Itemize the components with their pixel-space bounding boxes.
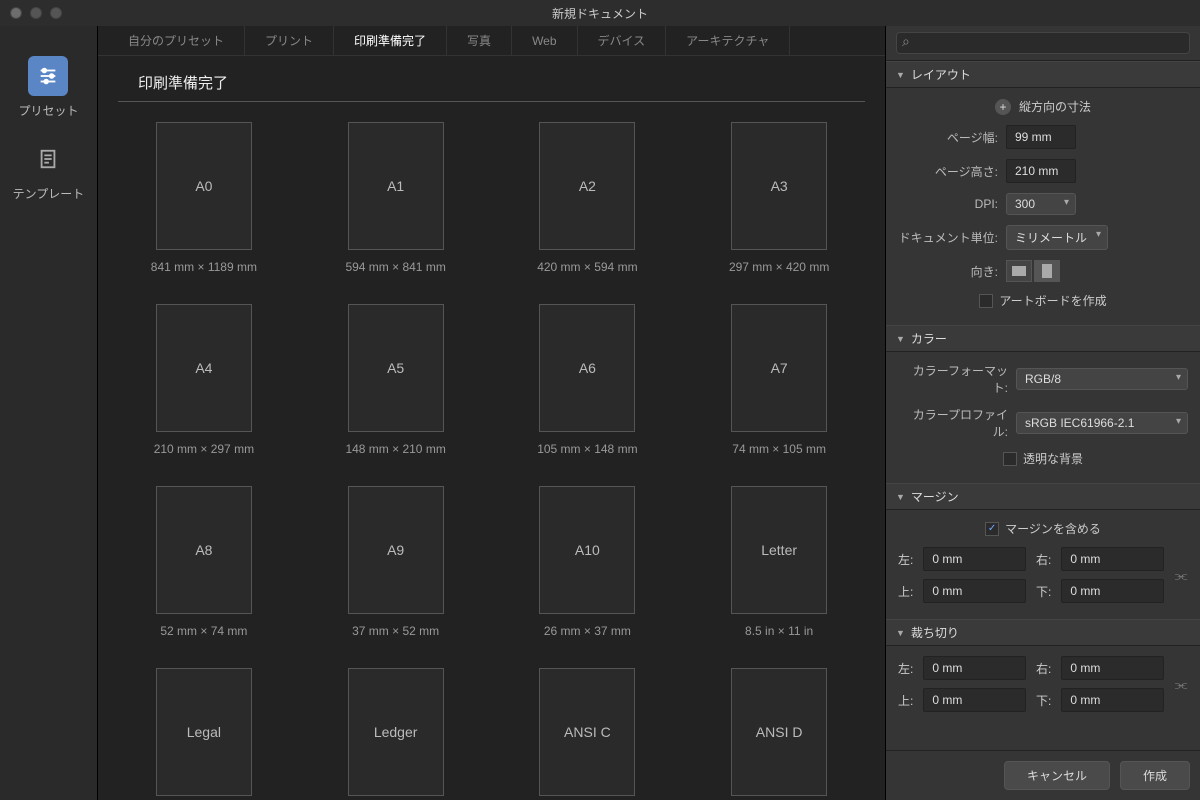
dpi-select[interactable]: 300 [1006,193,1076,215]
preset-page: A6 [539,304,635,432]
preset-dimensions: 8.5 in × 11 in [745,624,813,638]
sidebar-templates[interactable]: テンプレート [13,139,85,202]
left-sidebar: プリセット テンプレート [0,26,98,800]
window-title: 新規ドキュメント [0,5,1200,22]
preset-page: ANSI C [539,668,635,796]
center-panel: 自分のプリセットプリント印刷準備完了写真Webデバイスアーキテクチャ 印刷準備完… [98,26,886,800]
margin-right-input[interactable]: 0 mm [1061,547,1164,571]
bleed-bottom-input[interactable]: 0 mm [1061,688,1164,712]
preset-dimensions: 841 mm × 1189 mm [151,260,257,274]
preset-dimensions: 594 mm × 841 mm [345,260,445,274]
color-format-select[interactable]: RGB/8 [1016,368,1188,390]
preset-dimensions: 37 mm × 52 mm [352,624,439,638]
link-icon[interactable]: ⫘ [1174,567,1188,584]
search-input[interactable] [896,32,1190,54]
add-portrait-dimensions[interactable]: + 縦方向の寸法 [898,98,1188,115]
titlebar: 新規ドキュメント [0,0,1200,26]
preset-a7[interactable]: A7 74 mm × 105 mm [731,304,827,456]
preset-dimensions: 210 mm × 297 mm [154,442,254,456]
link-icon[interactable]: ⫘ [1174,676,1188,693]
preset-page: A10 [539,486,635,614]
preset-page: Legal [156,668,252,796]
tab-3[interactable]: 写真 [447,26,512,55]
create-artboard-checkbox[interactable]: アートボードを作成 [898,292,1188,309]
sidebar-presets[interactable]: プリセット [18,56,78,119]
tab-1[interactable]: プリント [245,26,334,55]
preset-page: A7 [731,304,827,432]
tab-2[interactable]: 印刷準備完了 [334,26,447,55]
unit-select[interactable]: ミリメートル [1006,225,1108,250]
preset-a4[interactable]: A4 210 mm × 297 mm [154,304,254,456]
transparent-bg-checkbox[interactable]: 透明な背景 [898,450,1188,467]
preset-ledger[interactable]: Ledger [348,668,444,800]
preset-dimensions: 26 mm × 37 mm [544,624,631,638]
panel-color-header[interactable]: カラー [886,325,1200,352]
preset-ansi c[interactable]: ANSI C [539,668,635,800]
settings-panel: レイアウト + 縦方向の寸法 ページ幅:99 mm ページ高さ:210 mm D… [886,26,1200,800]
plus-icon: + [995,99,1011,115]
bleed-right-input[interactable]: 0 mm [1061,656,1164,680]
preset-page: Letter [731,486,827,614]
panel-margin-header[interactable]: マージン [886,483,1200,510]
preset-grid: A0 841 mm × 1189 mm A1 594 mm × 841 mm A2 420… [98,122,885,800]
preset-page: A0 [156,122,252,250]
color-profile-select[interactable]: sRGB IEC61966-2.1 [1016,412,1188,434]
tab-4[interactable]: Web [512,26,577,55]
preset-page: A5 [348,304,444,432]
create-button[interactable]: 作成 [1120,761,1190,790]
section-title: 印刷準備完了 [118,56,865,102]
preset-dimensions: 297 mm × 420 mm [729,260,829,274]
cancel-button[interactable]: キャンセル [1004,761,1110,790]
include-margin-checkbox[interactable]: ✓マージンを含める [898,520,1188,537]
preset-page: A1 [348,122,444,250]
preset-a5[interactable]: A5 148 mm × 210 mm [345,304,445,456]
preset-page: ANSI D [731,668,827,796]
page-width-input[interactable]: 99 mm [1006,125,1076,149]
preset-a8[interactable]: A8 52 mm × 74 mm [156,486,252,638]
orientation-portrait[interactable] [1034,260,1060,282]
tab-0[interactable]: 自分のプリセット [108,26,245,55]
page-height-input[interactable]: 210 mm [1006,159,1076,183]
panel-layout-header[interactable]: レイアウト [886,61,1200,88]
margin-bottom-input[interactable]: 0 mm [1061,579,1164,603]
bleed-left-input[interactable]: 0 mm [923,656,1026,680]
dialog-footer: キャンセル 作成 [886,750,1200,800]
document-icon [28,139,68,179]
preset-dimensions: 148 mm × 210 mm [345,442,445,456]
sidebar-presets-label: プリセット [18,102,78,119]
preset-a0[interactable]: A0 841 mm × 1189 mm [151,122,257,274]
preset-dimensions: 105 mm × 148 mm [537,442,637,456]
preset-a2[interactable]: A2 420 mm × 594 mm [537,122,637,274]
orientation-landscape[interactable] [1006,260,1032,282]
preset-a10[interactable]: A10 26 mm × 37 mm [539,486,635,638]
preset-legal[interactable]: Legal [156,668,252,800]
search-bar [886,26,1200,61]
tab-6[interactable]: アーキテクチャ [666,26,790,55]
sidebar-templates-label: テンプレート [13,185,85,202]
panel-bleed-header[interactable]: 裁ち切り [886,619,1200,646]
preset-a3[interactable]: A3 297 mm × 420 mm [729,122,829,274]
category-tabs: 自分のプリセットプリント印刷準備完了写真Webデバイスアーキテクチャ [98,26,885,56]
bleed-top-input[interactable]: 0 mm [923,688,1026,712]
preset-dimensions: 420 mm × 594 mm [537,260,637,274]
preset-a9[interactable]: A9 37 mm × 52 mm [348,486,444,638]
preset-page: A2 [539,122,635,250]
margin-top-input[interactable]: 0 mm [923,579,1026,603]
orientation-toggle [1006,260,1060,282]
preset-a6[interactable]: A6 105 mm × 148 mm [537,304,637,456]
preset-page: A4 [156,304,252,432]
tab-5[interactable]: デバイス [578,26,667,55]
preset-letter[interactable]: Letter 8.5 in × 11 in [731,486,827,638]
preset-page: Ledger [348,668,444,796]
preset-page: A9 [348,486,444,614]
preset-dimensions: 74 mm × 105 mm [732,442,826,456]
preset-a1[interactable]: A1 594 mm × 841 mm [345,122,445,274]
preset-page: A3 [731,122,827,250]
preset-dimensions: 52 mm × 74 mm [160,624,247,638]
preset-page: A8 [156,486,252,614]
sliders-icon [28,56,68,96]
margin-left-input[interactable]: 0 mm [923,547,1026,571]
preset-ansi d[interactable]: ANSI D [731,668,827,800]
